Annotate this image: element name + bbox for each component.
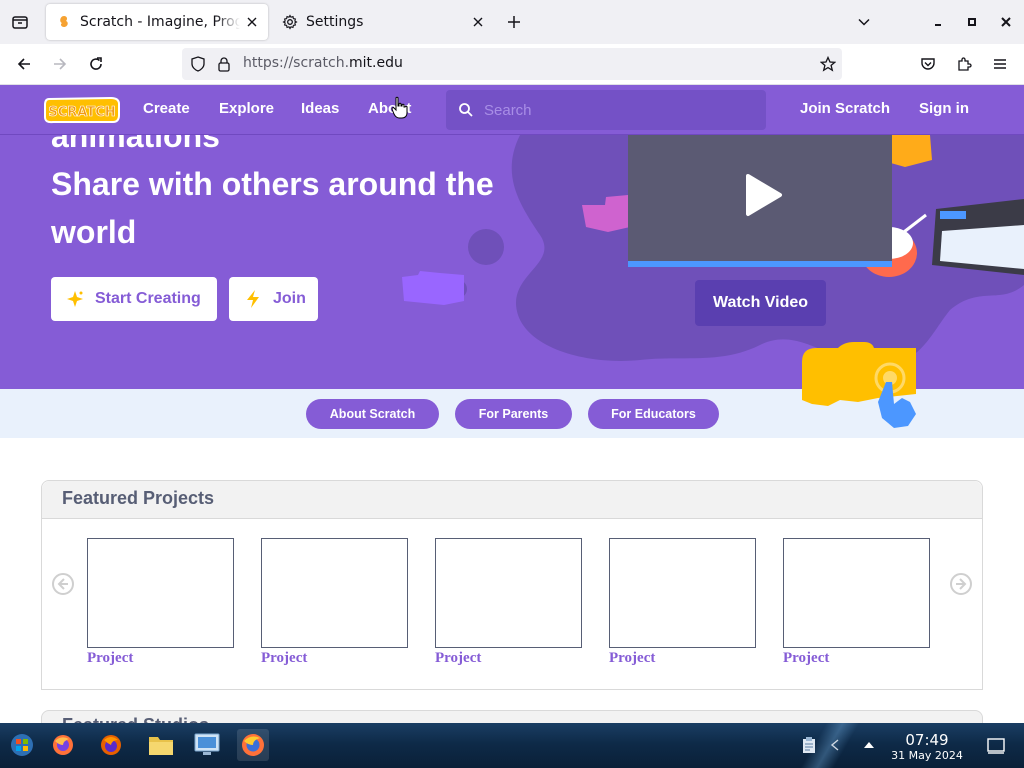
project-card[interactable]: Project	[261, 538, 408, 668]
volume-icon[interactable]	[826, 736, 844, 754]
start-menu-icon[interactable]	[6, 729, 38, 761]
project-card[interactable]: Project	[783, 538, 930, 668]
extensions-icon[interactable]	[952, 52, 976, 76]
project-title[interactable]: Project	[783, 650, 829, 667]
shield-icon[interactable]	[190, 56, 206, 72]
url-host: mit.edu	[349, 55, 403, 71]
lock-icon[interactable]	[216, 56, 232, 72]
tab-title: Settings	[306, 14, 364, 30]
browser-tab-strip: Scratch - Imagine, Program, Share Settin…	[0, 0, 1024, 44]
scratch-header: SCRATCH Create Explore Ideas About Join …	[0, 85, 1024, 135]
close-tab-icon[interactable]	[470, 14, 486, 30]
maximize-icon[interactable]	[960, 10, 984, 34]
file-manager-icon[interactable]	[145, 729, 177, 761]
project-title[interactable]: Project	[609, 650, 655, 667]
featured-projects-title: Featured Projects	[62, 488, 215, 508]
watch-video-button[interactable]: Watch Video	[695, 280, 826, 326]
start-creating-button[interactable]: Start Creating	[51, 277, 217, 321]
hero-text-partial: animations	[51, 135, 220, 154]
project-card[interactable]: Project	[435, 538, 582, 668]
firefox-taskbar-icon[interactable]	[47, 729, 79, 761]
chevron-down-icon[interactable]	[852, 10, 876, 34]
tab-title: Scratch - Imagine, Program, Share	[80, 14, 240, 30]
sign-in-link[interactable]: Sign in	[919, 100, 969, 117]
logo-text: SCRATCH	[48, 105, 115, 120]
project-title[interactable]: Project	[87, 650, 133, 667]
show-desktop-icon[interactable]	[986, 736, 1006, 756]
carousel-next-icon[interactable]	[949, 572, 973, 596]
clock-date[interactable]: 31 May 2024	[880, 749, 974, 762]
for-educators-button[interactable]: For Educators	[588, 399, 719, 429]
nav-create[interactable]: Create	[143, 100, 190, 117]
keyboard-icon	[932, 199, 1024, 275]
search-input[interactable]	[484, 99, 754, 121]
new-tab-icon[interactable]	[502, 10, 526, 34]
sparkle-icon	[65, 289, 85, 309]
url-bar[interactable]: https://scratch.mit.edu	[182, 48, 842, 80]
scratch-logo[interactable]: SCRATCH	[43, 95, 121, 125]
project-thumbnail[interactable]	[783, 538, 930, 648]
join-label: Join	[273, 290, 306, 307]
gear-icon	[282, 14, 298, 30]
join-scratch-link[interactable]: Join Scratch	[800, 100, 890, 117]
join-button[interactable]: Join	[229, 277, 318, 321]
project-thumbnail[interactable]	[609, 538, 756, 648]
pocket-icon[interactable]	[916, 52, 940, 76]
purple-block-icon	[402, 271, 464, 305]
browser-navbar: https://scratch.mit.edu	[0, 44, 1024, 85]
close-tab-icon[interactable]	[244, 14, 260, 30]
project-title[interactable]: Project	[261, 650, 307, 667]
hand-cursor-icon	[391, 96, 408, 119]
search-icon	[459, 103, 473, 117]
forward-arrow-icon[interactable]	[48, 52, 72, 76]
tray-expand-icon[interactable]	[860, 736, 878, 754]
minimize-icon[interactable]	[926, 10, 950, 34]
carousel-prev-icon[interactable]	[51, 572, 75, 596]
tab-list-icon[interactable]	[8, 10, 32, 34]
scratch-favicon-icon	[56, 14, 72, 30]
tab-settings[interactable]: Settings	[272, 4, 494, 40]
firefox-alt-taskbar-icon[interactable]	[95, 729, 127, 761]
featured-projects-header: Featured Projects	[42, 481, 982, 519]
play-icon[interactable]	[740, 172, 786, 218]
close-window-icon[interactable]	[994, 10, 1018, 34]
hero-text-line-2: world	[51, 214, 137, 250]
url-prefix: https://scratch.	[243, 55, 350, 71]
hamburger-menu-icon[interactable]	[988, 52, 1012, 76]
project-thumbnail[interactable]	[261, 538, 408, 648]
project-card[interactable]: Project	[87, 538, 234, 668]
tab-scratch[interactable]: Scratch - Imagine, Program, Share	[46, 4, 268, 40]
firefox-active-taskbar-icon[interactable]	[237, 729, 269, 761]
project-card[interactable]: Project	[609, 538, 756, 668]
network-monitor-icon[interactable]	[191, 729, 223, 761]
clipboard-tray-icon[interactable]	[800, 736, 818, 754]
project-thumbnail[interactable]	[435, 538, 582, 648]
for-parents-button[interactable]: For Parents	[455, 399, 572, 429]
search-box[interactable]	[446, 90, 766, 130]
about-scratch-button[interactable]: About Scratch	[306, 399, 439, 429]
os-taskbar: 07:49 31 May 2024	[0, 723, 1024, 768]
nav-explore[interactable]: Explore	[219, 100, 274, 117]
back-arrow-icon[interactable]	[12, 52, 36, 76]
hero-text-line-1: Share with others around the	[51, 166, 494, 202]
lightning-icon	[243, 289, 263, 309]
tap-block-icon	[802, 342, 916, 428]
clock-time[interactable]: 07:49	[898, 731, 956, 749]
project-title[interactable]: Project	[435, 650, 481, 667]
featured-projects-section: Featured Projects Project Project Projec…	[41, 480, 983, 690]
reload-icon[interactable]	[84, 52, 108, 76]
project-thumbnail[interactable]	[87, 538, 234, 648]
bookmark-star-icon[interactable]	[820, 56, 836, 72]
url-text: https://scratch.mit.edu	[243, 55, 403, 71]
start-creating-label: Start Creating	[95, 290, 201, 307]
nav-ideas[interactable]: Ideas	[301, 100, 339, 117]
